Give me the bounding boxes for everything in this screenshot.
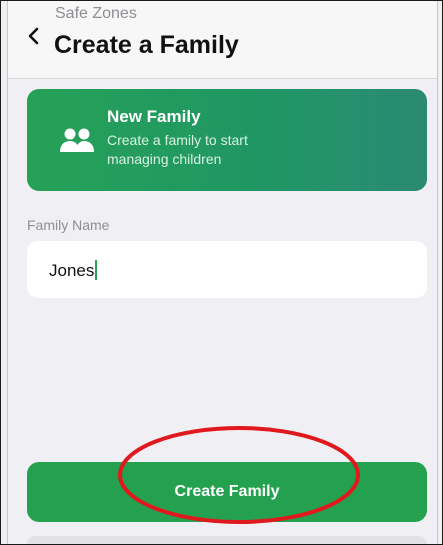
new-family-banner: New Family Create a family to start mana…: [27, 89, 427, 191]
create-family-button[interactable]: Create Family: [27, 462, 427, 522]
screen-content: Safe Zones Create a Family New Family Cr…: [7, 1, 438, 544]
banner-subtitle: Create a family to start managing childr…: [107, 132, 248, 167]
text-caret: [95, 260, 98, 280]
create-family-label: Create Family: [174, 483, 280, 500]
bottom-sheet-edge: [27, 536, 427, 544]
page-title: Create a Family: [54, 31, 239, 59]
app-screen: Safe Zones Create a Family New Family Cr…: [0, 0, 443, 545]
breadcrumb: Safe Zones: [55, 5, 137, 22]
chevron-left-icon: [28, 27, 39, 45]
family-name-label: Family Name: [27, 217, 110, 233]
family-icon: [60, 128, 94, 152]
banner-title: New Family: [107, 107, 201, 126]
back-button[interactable]: [22, 23, 44, 49]
family-name-input[interactable]: Jones: [49, 260, 98, 281]
family-name-value: Jones: [49, 261, 95, 280]
family-name-field[interactable]: Jones: [27, 241, 427, 298]
